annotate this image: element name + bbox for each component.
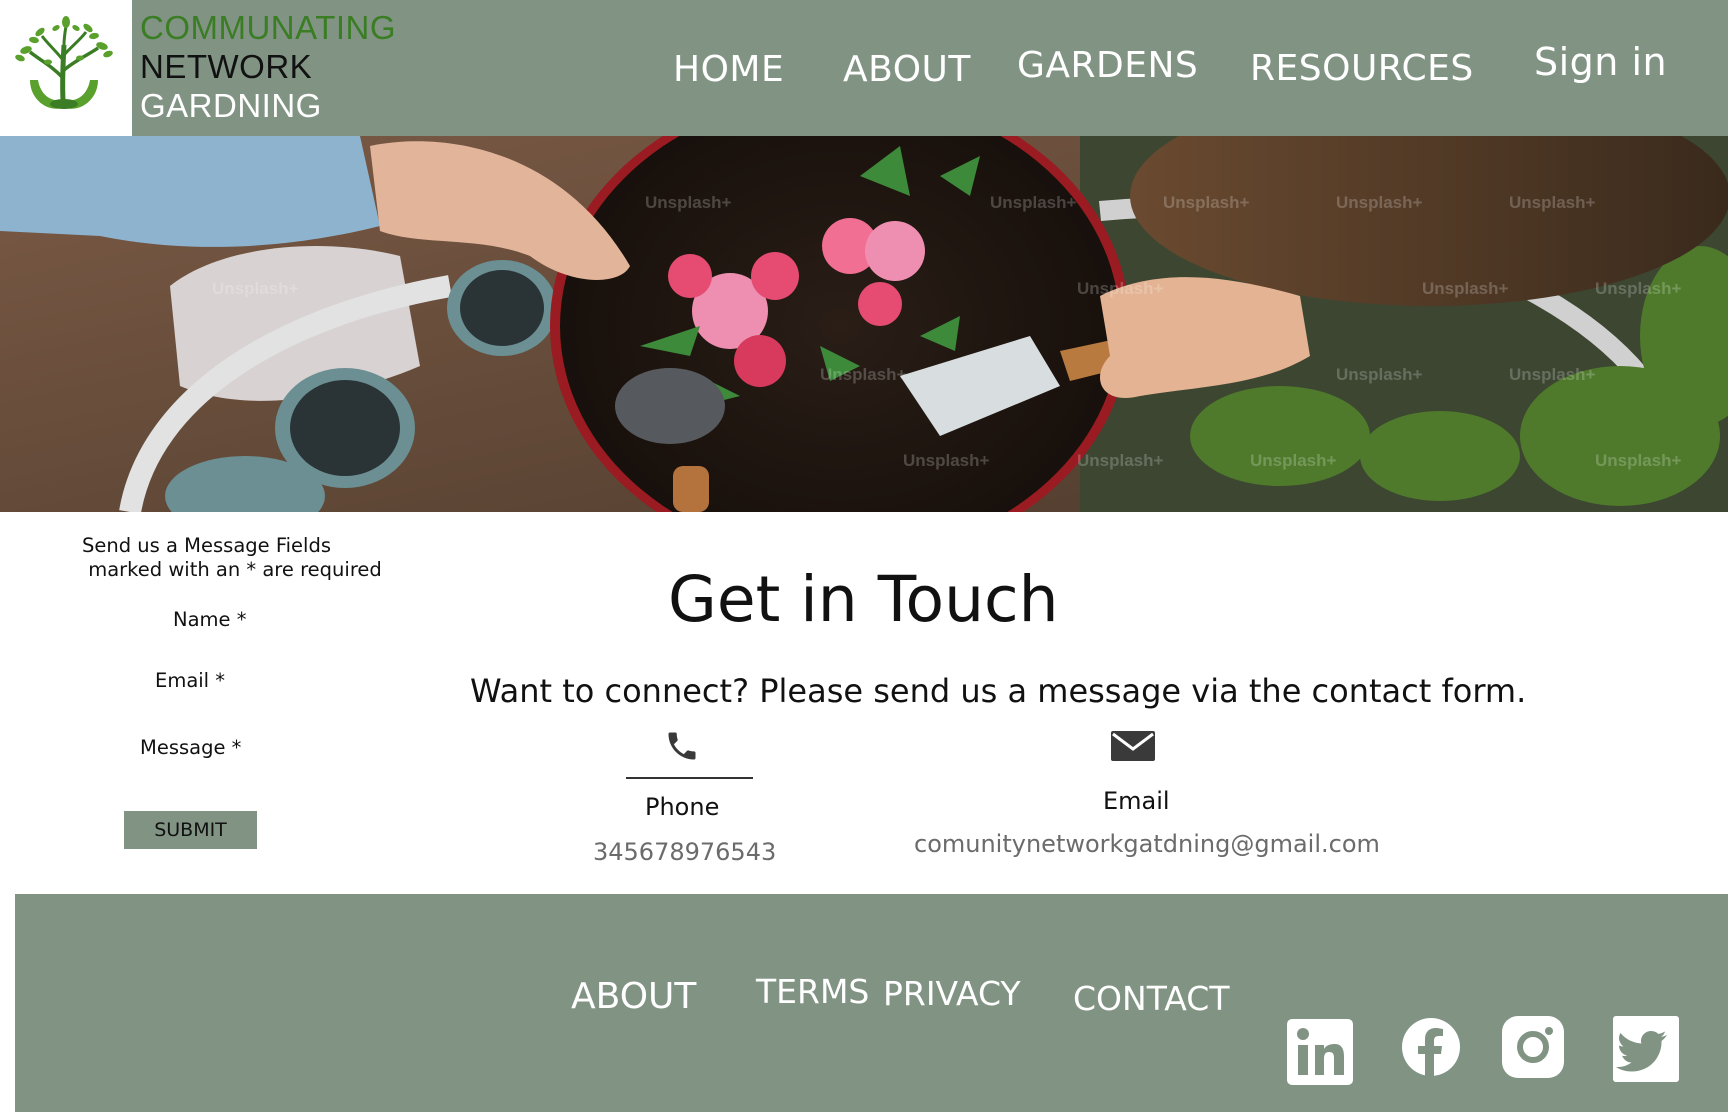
linkedin-icon[interactable] (1287, 1019, 1353, 1085)
nav-home[interactable]: HOME (673, 49, 784, 90)
nav-resources[interactable]: RESOURCES (1250, 48, 1474, 89)
svg-text:Unsplash+: Unsplash+ (645, 193, 732, 212)
brand-name: COMMUNATING NETWORK GARDNING (140, 8, 396, 125)
email-value[interactable]: comunitynetworkgatdning@gmail.com (914, 830, 1380, 858)
footer-link-privacy[interactable]: PRIVACY (883, 974, 1021, 1013)
page-subtitle: Want to connect? Please send us a messag… (470, 672, 1527, 710)
nav-gardens[interactable]: GARDENS (1017, 45, 1198, 86)
svg-text:Unsplash+: Unsplash+ (1163, 193, 1250, 212)
svg-text:Unsplash+: Unsplash+ (820, 365, 907, 384)
facebook-icon[interactable] (1402, 1018, 1460, 1076)
footer-link-terms[interactable]: TERMS (756, 972, 869, 1011)
email-label: Email (1103, 787, 1170, 815)
phone-icon (668, 732, 696, 760)
site-footer: ABOUT TERMS PRIVACY CONTACT (15, 894, 1728, 1112)
instagram-icon[interactable] (1502, 1016, 1564, 1078)
brand-line-3: GARDNING (140, 87, 322, 124)
svg-text:Unsplash+: Unsplash+ (1077, 451, 1164, 470)
gardening-photo: Unsplash+ Unsplash+ Unsplash+ Unsplash+ … (0, 136, 1728, 512)
svg-text:Unsplash+: Unsplash+ (990, 193, 1077, 212)
site-header: COMMUNATING NETWORK GARDNING HOME ABOUT … (0, 0, 1728, 136)
svg-text:Unsplash+: Unsplash+ (1595, 451, 1682, 470)
svg-text:Unsplash+: Unsplash+ (1422, 279, 1509, 298)
nav-about[interactable]: ABOUT (843, 49, 971, 90)
logo[interactable] (0, 0, 132, 136)
form-instructions: Send us a Message Fields marked with an … (82, 534, 382, 581)
svg-text:Unsplash+: Unsplash+ (212, 279, 299, 298)
footer-link-contact[interactable]: CONTACT (1073, 979, 1230, 1018)
svg-text:Unsplash+: Unsplash+ (1336, 365, 1423, 384)
email-label: Email * (155, 669, 226, 692)
tree-hands-logo-icon (15, 16, 113, 109)
svg-text:Unsplash+: Unsplash+ (903, 451, 990, 470)
phone-value[interactable]: 345678976543 (593, 838, 776, 866)
svg-text:Unsplash+: Unsplash+ (1509, 365, 1596, 384)
message-label: Message * (140, 736, 242, 759)
twitter-icon[interactable] (1613, 1016, 1679, 1082)
svg-text:Unsplash+: Unsplash+ (1509, 193, 1596, 212)
phone-label: Phone (645, 793, 720, 821)
name-label: Name * (173, 608, 247, 631)
svg-text:Unsplash+: Unsplash+ (1250, 451, 1337, 470)
submit-button[interactable]: SUBMIT (124, 811, 257, 849)
brand-line-2: NETWORK (140, 48, 313, 85)
envelope-icon (1111, 731, 1155, 761)
phone-divider (626, 777, 753, 779)
hero-image: Unsplash+ Unsplash+ Unsplash+ Unsplash+ … (0, 136, 1728, 512)
svg-text:Unsplash+: Unsplash+ (1595, 279, 1682, 298)
brand-line-1: COMMUNATING (140, 9, 397, 46)
page-title: Get in Touch (668, 563, 1059, 636)
svg-text:Unsplash+: Unsplash+ (1336, 193, 1423, 212)
footer-link-about[interactable]: ABOUT (571, 976, 696, 1017)
svg-text:Unsplash+: Unsplash+ (1077, 279, 1164, 298)
sign-in-link[interactable]: Sign in (1534, 40, 1667, 84)
